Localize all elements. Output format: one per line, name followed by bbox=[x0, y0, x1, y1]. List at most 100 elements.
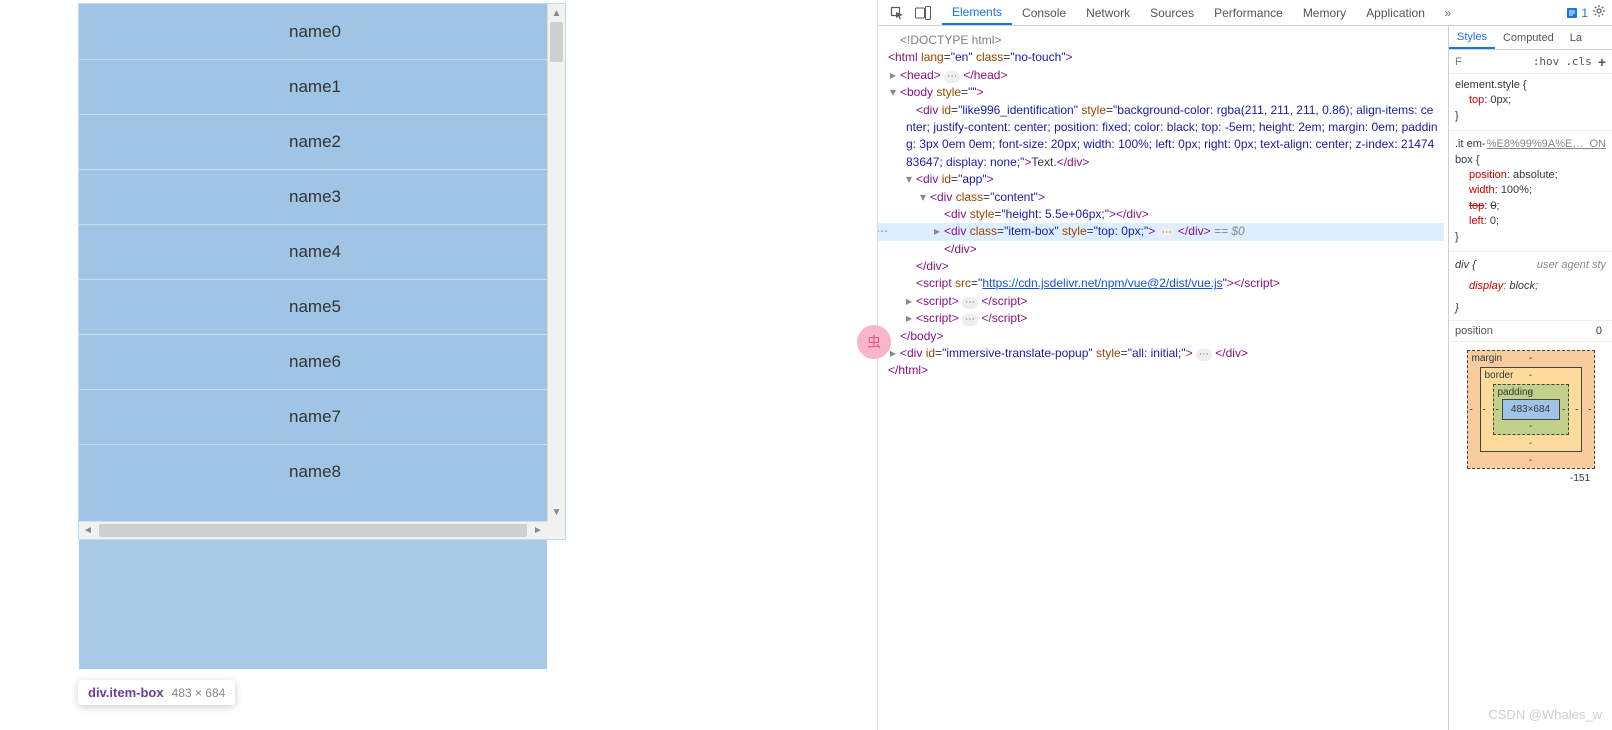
box-model-margin[interactable]: margin - - - - border - - - - padding - bbox=[1467, 350, 1595, 469]
twisty-icon[interactable]: ▸ bbox=[934, 223, 944, 240]
list-item-label: name7 bbox=[289, 407, 341, 427]
dom-node[interactable]: </div> bbox=[878, 258, 1444, 275]
dom-node[interactable]: ▸<script> ⋯ </script> bbox=[878, 293, 1444, 310]
twisty-icon[interactable]: ▸ bbox=[906, 310, 916, 327]
styles-tab-layout[interactable]: La bbox=[1562, 26, 1590, 49]
box-model-position-bottom: -151 bbox=[1570, 473, 1604, 484]
list-item[interactable]: name6 bbox=[79, 334, 547, 389]
dom-node[interactable]: ▸<script> ⋯ </script> bbox=[878, 310, 1444, 327]
styles-tab-computed[interactable]: Computed bbox=[1495, 26, 1562, 49]
box-model-padding-label: padding bbox=[1498, 387, 1534, 398]
issues-count: 1 bbox=[1581, 6, 1588, 20]
add-rule-button[interactable]: + bbox=[1598, 54, 1606, 70]
content-viewport[interactable]: name0 name1 name2 name3 name4 name5 name… bbox=[78, 3, 566, 540]
devtools-panel: Elements Console Network Sources Perform… bbox=[877, 0, 1612, 730]
horizontal-scrollbar[interactable]: ◄ ► bbox=[79, 521, 547, 539]
dom-node[interactable]: ▸<div class="item-box" style="top: 0px;"… bbox=[878, 223, 1444, 240]
tab-elements[interactable]: Elements bbox=[942, 0, 1012, 25]
dom-node[interactable]: <div style="height: 5.5e+06px;"></div> bbox=[878, 206, 1444, 223]
list-item-label: name2 bbox=[289, 132, 341, 152]
tabs-overflow-icon[interactable]: » bbox=[1435, 0, 1461, 25]
dom-node[interactable]: ▾<body style=""> bbox=[878, 84, 1444, 101]
list-item[interactable]: name7 bbox=[79, 389, 547, 444]
styles-tab-styles[interactable]: Styles bbox=[1449, 26, 1495, 49]
twisty-icon[interactable]: ▾ bbox=[890, 84, 900, 101]
styles-rules[interactable]: element.style {top: 0px;}%E8%99%9A%E…_ON… bbox=[1449, 74, 1612, 320]
tab-network[interactable]: Network bbox=[1076, 0, 1140, 25]
scroll-left-button[interactable]: ◄ bbox=[79, 522, 97, 539]
dom-node[interactable]: <script src="https://cdn.jsdelivr.net/np… bbox=[878, 275, 1444, 292]
dom-node[interactable]: </html> bbox=[878, 362, 1444, 379]
tab-memory[interactable]: Memory bbox=[1293, 0, 1356, 25]
box-model-margin-top: - bbox=[1529, 353, 1532, 364]
box-model-margin-bottom: - bbox=[1529, 455, 1532, 466]
list-item[interactable]: name5 bbox=[79, 279, 547, 334]
twisty-icon[interactable]: ▸ bbox=[906, 293, 916, 310]
dom-node[interactable]: ▾<div class="content"> bbox=[878, 189, 1444, 206]
page-preview: name0 name1 name2 name3 name4 name5 name… bbox=[0, 0, 877, 730]
tab-sources[interactable]: Sources bbox=[1140, 0, 1204, 25]
issues-badge[interactable]: 1 bbox=[1566, 6, 1588, 20]
styles-filter-input[interactable]: F bbox=[1455, 56, 1527, 68]
box-model-margin-left: - bbox=[1470, 404, 1473, 415]
cls-toggle[interactable]: .cls bbox=[1565, 55, 1592, 68]
list-item[interactable]: name3 bbox=[79, 169, 547, 224]
tab-application[interactable]: Application bbox=[1356, 0, 1435, 25]
box-model-padding-top: - bbox=[1529, 387, 1532, 398]
dom-node[interactable]: <html lang="en" class="no-touch"> bbox=[878, 49, 1444, 66]
devtools-tabs: Elements Console Network Sources Perform… bbox=[942, 0, 1461, 25]
box-model-margin-right: - bbox=[1588, 404, 1591, 415]
box-model-border[interactable]: border - - - - padding - - - - 483×684 bbox=[1480, 367, 1582, 452]
box-model-border-bottom: - bbox=[1529, 438, 1532, 449]
box-model-padding-bottom: - bbox=[1529, 421, 1532, 432]
metrics-header-label: position bbox=[1455, 325, 1493, 337]
metrics-header-value: 0 bbox=[1596, 325, 1602, 337]
box-model-border-label: border bbox=[1485, 370, 1514, 381]
horizontal-scroll-thumb[interactable] bbox=[99, 524, 527, 537]
box-model-border-right: - bbox=[1575, 404, 1578, 415]
twisty-icon[interactable]: ▸ bbox=[890, 67, 900, 84]
dom-node[interactable]: </div> bbox=[878, 241, 1444, 258]
scroll-right-button[interactable]: ► bbox=[529, 522, 547, 539]
dom-node[interactable]: ▾<div id="app"> bbox=[878, 171, 1444, 188]
list-item-label: name5 bbox=[289, 297, 341, 317]
box-model-diagram[interactable]: margin - - - - border - - - - padding - bbox=[1449, 342, 1612, 492]
styles-filter-row: F :hov .cls + bbox=[1449, 50, 1612, 74]
vertical-scroll-thumb[interactable] bbox=[550, 22, 563, 62]
list-item-label: name8 bbox=[289, 462, 341, 482]
list-item-label: name0 bbox=[289, 22, 341, 42]
elements-dom-tree[interactable]: <!DOCTYPE html><html lang="en" class="no… bbox=[878, 26, 1448, 730]
list-item[interactable]: name4 bbox=[79, 224, 547, 279]
list-item[interactable]: name2 bbox=[79, 114, 547, 169]
box-model-content[interactable]: 483×684 bbox=[1502, 399, 1560, 420]
box-model-padding[interactable]: padding - - - - 483×684 bbox=[1493, 384, 1569, 435]
device-toolbar-icon[interactable] bbox=[910, 0, 936, 25]
twisty-icon[interactable]: ▸ bbox=[890, 345, 900, 362]
metrics-header[interactable]: position 0 bbox=[1449, 320, 1612, 342]
dom-node[interactable]: <!DOCTYPE html> bbox=[878, 32, 1444, 49]
stylesheet-link[interactable]: %E8%99%9A%E…_ON bbox=[1487, 138, 1606, 150]
list-item[interactable]: name0 bbox=[79, 4, 547, 59]
box-model-padding-left: - bbox=[1496, 404, 1499, 415]
twisty-icon[interactable]: ▾ bbox=[906, 171, 916, 188]
twisty-icon[interactable]: ▾ bbox=[920, 189, 930, 206]
scroll-down-button[interactable]: ▼ bbox=[548, 503, 565, 521]
list-item[interactable]: name8 bbox=[79, 444, 547, 499]
scroll-up-button[interactable]: ▲ bbox=[548, 4, 565, 22]
tab-console[interactable]: Console bbox=[1012, 0, 1076, 25]
settings-gear-icon[interactable] bbox=[1592, 4, 1606, 21]
inspect-element-icon[interactable] bbox=[884, 0, 910, 25]
tab-performance[interactable]: Performance bbox=[1204, 0, 1293, 25]
list-item[interactable]: name1 bbox=[79, 59, 547, 114]
dom-node[interactable]: </body> bbox=[878, 328, 1444, 345]
content-viewport-inner[interactable]: name0 name1 name2 name3 name4 name5 name… bbox=[79, 4, 547, 521]
list-item-label: name4 bbox=[289, 242, 341, 262]
dom-node[interactable]: ▸<div id="immersive-translate-popup" sty… bbox=[878, 345, 1444, 362]
styles-tabs: Styles Computed La bbox=[1449, 26, 1612, 50]
inspect-tooltip-selector: div.item-box bbox=[88, 685, 164, 700]
vertical-scrollbar[interactable]: ▲ ▼ bbox=[547, 4, 565, 521]
dom-node[interactable]: <div id="like996_identification" style="… bbox=[878, 102, 1444, 172]
hov-toggle[interactable]: :hov bbox=[1533, 55, 1560, 68]
list-item-label: name1 bbox=[289, 77, 341, 97]
dom-node[interactable]: ▸<head> ⋯ </head> bbox=[878, 67, 1444, 84]
